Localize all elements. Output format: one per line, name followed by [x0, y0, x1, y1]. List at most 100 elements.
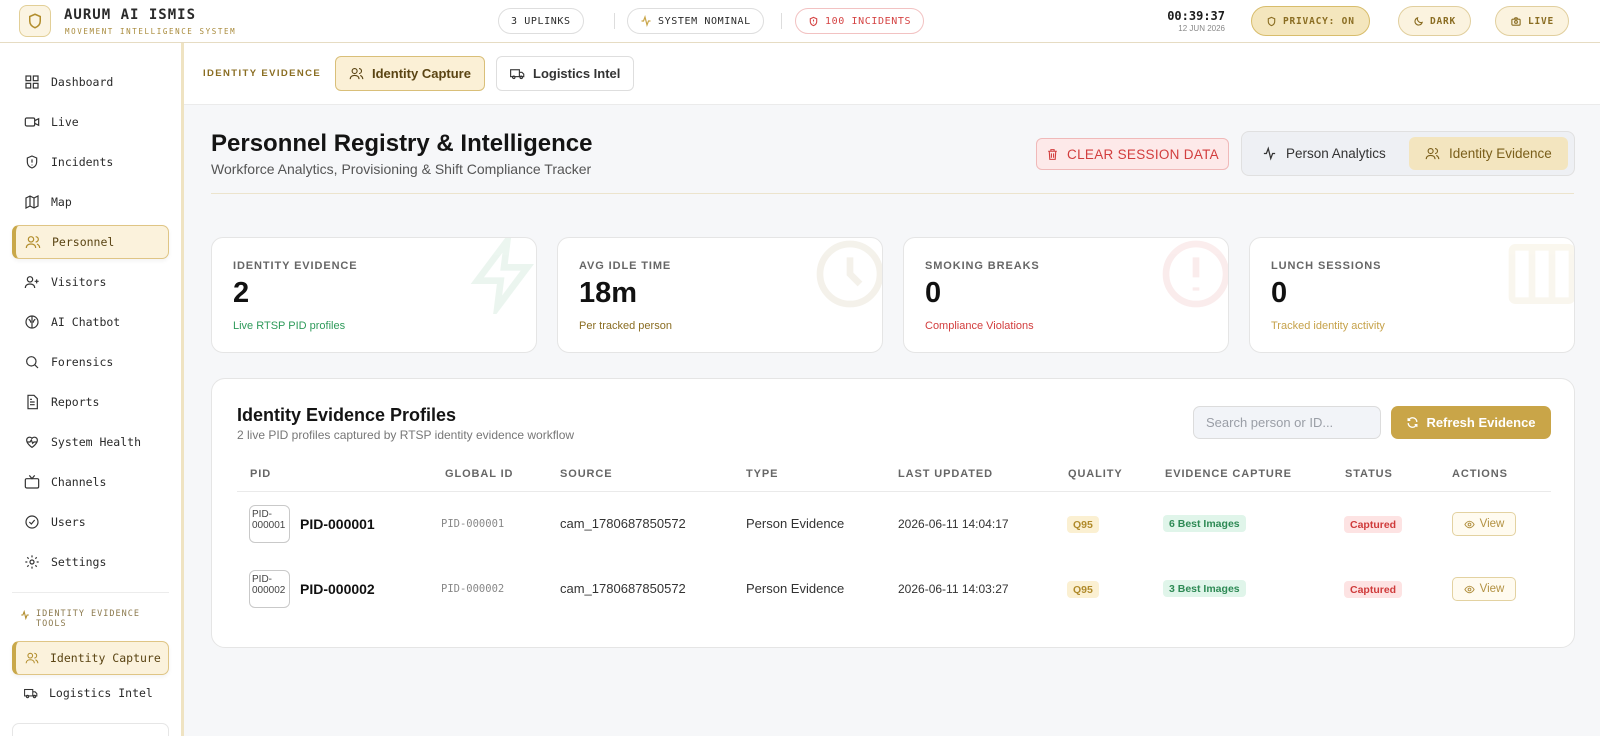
column-header: ACTIONS [1452, 468, 1508, 480]
truck-icon [24, 688, 38, 699]
columns-icon [1508, 244, 1574, 304]
stat-value: 0 [1271, 277, 1288, 309]
sidebar-item-visitors[interactable]: Visitors [12, 265, 169, 299]
tab-label: Identity Capture [372, 66, 471, 81]
sidebar-item-settings[interactable]: Settings [12, 545, 169, 579]
person-analytics-button[interactable]: Person Analytics [1246, 137, 1402, 170]
tab-identity-capture[interactable]: Identity Capture [335, 56, 485, 91]
tab-label: Logistics Intel [533, 66, 621, 81]
view-button[interactable]: View [1452, 577, 1516, 601]
stat-subtext: Live RTSP PID profiles [233, 320, 346, 332]
panel-title: Identity Evidence Profiles [237, 405, 457, 425]
stat-subtext: Tracked identity activity [1271, 320, 1385, 332]
privacy-toggle[interactable]: PRIVACY: ON [1251, 6, 1370, 36]
stat-subtext: Compliance Violations [925, 320, 1034, 332]
sidebar-item-label: AI Chatbot [51, 315, 121, 329]
header-divider [237, 491, 1551, 492]
column-header: LAST UPDATED [898, 468, 993, 480]
divider [781, 13, 782, 29]
sidebar-section-title: IDENTITY EVIDENCE TOOLS [20, 609, 140, 629]
gear-icon [25, 555, 39, 569]
stat-card-identity-evidence: IDENTITY EVIDENCE 2 Live RTSP PID profil… [211, 237, 537, 353]
users-icon [1425, 147, 1440, 160]
incidents-pill[interactable]: 100 INCIDENTS [795, 8, 925, 34]
sidebar-item-label: Map [51, 195, 72, 209]
status-badge: Captured [1344, 581, 1403, 598]
status-badge: Captured [1344, 516, 1403, 533]
activity-icon [1263, 146, 1276, 161]
sidebar-item-label: Reports [51, 395, 100, 409]
sidebar-item-forensics[interactable]: Forensics [12, 345, 169, 379]
sidebar-item-identity-capture[interactable]: Identity Capture [12, 641, 169, 675]
sidebar-item-label: Visitors [51, 275, 107, 289]
column-header: PID [250, 468, 272, 480]
sidebar-item-reports[interactable]: Reports [12, 385, 169, 419]
uplinks-pill[interactable]: 3 UPLINKS [498, 8, 584, 34]
eye-icon [1463, 585, 1475, 593]
uplinks-label: 3 UPLINKS [511, 15, 571, 27]
pid-cell: PID-000001 [300, 516, 375, 532]
theme-label: DARK [1430, 15, 1457, 27]
sidebar-item-ai-chatbot[interactable]: AI Chatbot [12, 305, 169, 339]
identity-evidence-button[interactable]: Identity Evidence [1409, 137, 1568, 170]
users-icon [349, 67, 364, 80]
evidence-badge: 6 Best Images [1163, 515, 1246, 532]
search-input[interactable] [1193, 406, 1381, 439]
sidebar-item-label: Personnel [52, 235, 115, 249]
heart-pulse-icon [26, 436, 38, 449]
sidebar-item-live[interactable]: Live [12, 105, 169, 139]
section-title-line-1: IDENTITY EVIDENCE [36, 609, 140, 619]
person-thumbnail[interactable]: PID-000002 [249, 570, 290, 608]
sidebar-item-dashboard[interactable]: Dashboard [12, 65, 169, 99]
sidebar-item-system-health[interactable]: System Health [12, 425, 169, 459]
privacy-label: PRIVACY: ON [1283, 15, 1355, 27]
check-circle-icon [25, 515, 39, 529]
stat-subtext: Per tracked person [579, 320, 672, 332]
camera-icon [1511, 16, 1521, 26]
sidebar-item-personnel[interactable]: Personnel [12, 225, 169, 259]
stat-value: 18m [579, 277, 638, 309]
clock-icon [816, 240, 882, 308]
system-status-pill[interactable]: SYSTEM NOMINAL [627, 8, 764, 34]
shield-icon [1267, 16, 1276, 26]
identity-profiles-panel: Identity Evidence Profiles 2 live PID pr… [211, 378, 1575, 648]
shield-alert-icon [809, 16, 818, 26]
person-thumbnail[interactable]: PID-000001 [249, 505, 290, 543]
sidebar-item-map[interactable]: Map [12, 185, 169, 219]
stat-value: 0 [925, 277, 942, 309]
tv-icon [24, 474, 40, 489]
column-header: SOURCE [560, 468, 613, 480]
tab-logistics-intel[interactable]: Logistics Intel [496, 56, 635, 91]
sub-tab-strip: IDENTITY EVIDENCE Identity Capture Logis… [184, 43, 1600, 105]
sidebar-item-channels[interactable]: Channels [12, 465, 169, 499]
sidebar-item-incidents[interactable]: Incidents [12, 145, 169, 179]
source-cell: cam_1780687850572 [560, 581, 686, 596]
source-cell: cam_1780687850572 [560, 516, 686, 531]
alert-circle-icon [1162, 240, 1228, 308]
stat-label: IDENTITY EVIDENCE [233, 260, 358, 272]
view-button[interactable]: View [1452, 512, 1516, 536]
sidebar-item-label: Users [51, 515, 86, 529]
evidence-badge: 3 Best Images [1163, 580, 1246, 597]
refresh-evidence-button[interactable]: Refresh Evidence [1391, 406, 1551, 439]
stat-card-smoking-breaks: SMOKING BREAKS 0 Compliance Violations [903, 237, 1229, 353]
view-toggle: Person Analytics Identity Evidence [1241, 131, 1575, 176]
sidebar-item-label: System Health [51, 435, 142, 449]
theme-toggle[interactable]: DARK [1398, 6, 1472, 36]
file-icon [27, 394, 38, 410]
quality-badge: Q95 [1067, 516, 1099, 533]
clear-session-button[interactable]: CLEAR SESSION DATA [1036, 138, 1229, 170]
page-title: Personnel Registry & Intelligence [211, 130, 593, 157]
sidebar-item-label: Logistics Intel [49, 686, 153, 700]
brain-icon [25, 315, 39, 329]
section-title-line-2: TOOLS [36, 619, 67, 629]
segment-label: Person Analytics [1286, 146, 1386, 161]
last-updated-cell: 2026-06-11 14:04:17 [898, 517, 1009, 531]
live-button[interactable]: LIVE [1495, 6, 1570, 36]
system-status-label: SYSTEM NOMINAL [658, 15, 751, 27]
clock-time: 00:39:37 [1167, 9, 1225, 23]
sidebar-item-logistics-intel[interactable]: Logistics Intel [12, 676, 169, 710]
sidebar-item-users[interactable]: Users [12, 505, 169, 539]
sidebar-item-label: Settings [51, 555, 107, 569]
sidebar-item-label: Dashboard [51, 75, 114, 89]
